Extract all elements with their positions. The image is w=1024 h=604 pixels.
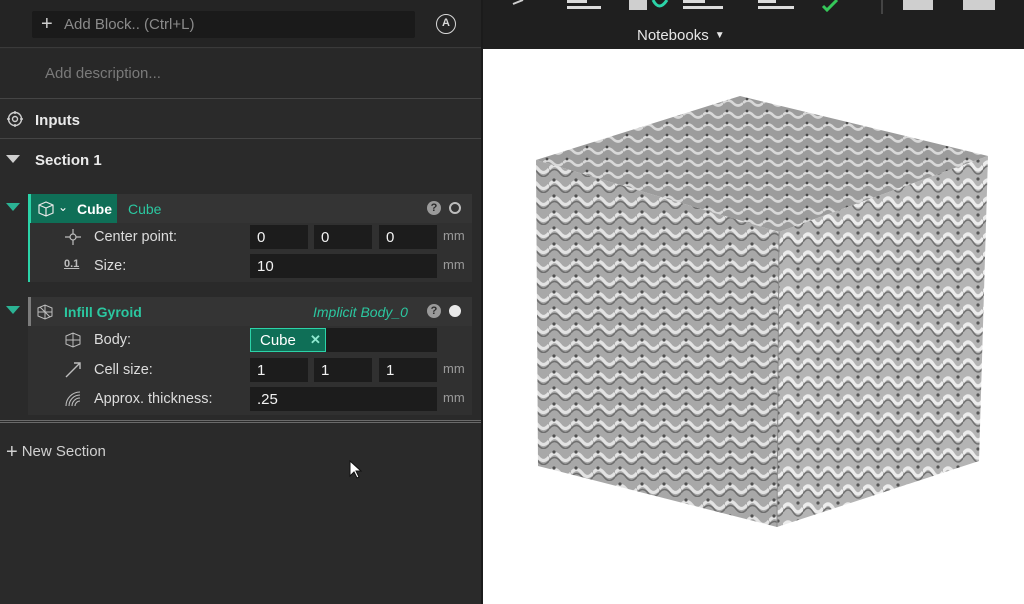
cell-z-field[interactable]: 1 <box>379 358 437 382</box>
center-x-field[interactable]: 0 <box>250 225 308 249</box>
mouse-cursor-icon <box>349 460 363 479</box>
block-type-tag[interactable]: ⌄ Cube <box>28 194 117 223</box>
point-icon <box>65 229 81 245</box>
chevron-down-icon[interactable]: ⌄ <box>58 200 68 214</box>
plus-icon: + <box>41 13 53 35</box>
divider <box>0 420 483 423</box>
cell-y-field[interactable]: 1 <box>314 358 372 382</box>
new-section-button[interactable]: + New Section <box>6 441 106 464</box>
add-block-bar: + Add Block.. (Ctrl+L) A <box>0 0 483 48</box>
section-title: Section 1 <box>35 152 102 169</box>
prop-label: Body: <box>94 332 132 348</box>
close-icon[interactable]: ✕ <box>310 332 321 348</box>
circle-outline-icon[interactable] <box>449 202 461 214</box>
prop-thickness: Approx. thickness: .25 mm <box>28 385 472 414</box>
prop-body: Body: Cube ✕ <box>28 326 472 355</box>
center-y-field[interactable]: 0 <box>314 225 372 249</box>
unit-label: mm <box>443 257 465 272</box>
3d-viewport[interactable] <box>483 49 1024 604</box>
block-type-label: Infill Gyroid <box>64 304 142 320</box>
section-header[interactable]: Section 1 <box>0 140 483 178</box>
prop-label: Approx. thickness: <box>94 391 213 407</box>
diagonal-arrow-icon <box>65 362 81 378</box>
size-field[interactable]: 10 <box>250 254 437 278</box>
description-field[interactable]: Add description... <box>0 49 483 99</box>
description-placeholder: Add description... <box>45 65 161 82</box>
block-name[interactable]: Implicit Body_0 <box>313 304 408 320</box>
lattice-icon <box>37 304 53 320</box>
block-name[interactable]: Cube <box>128 201 161 217</box>
body-chip[interactable]: Cube ✕ <box>250 328 326 352</box>
cube-icon <box>38 201 54 217</box>
block-type-label: Cube <box>77 201 112 217</box>
thickness-icon <box>65 391 81 407</box>
new-section-label: New Section <box>21 443 106 460</box>
prop-cell-size: Cell size: 1 1 1 mm <box>28 356 472 385</box>
unit-label: mm <box>443 228 465 243</box>
notebooks-label: Notebooks <box>637 27 709 44</box>
unit-label: mm <box>443 361 465 376</box>
prop-size: 0.1 Size: 10 mm <box>28 252 472 281</box>
notebook-editor-panel: + Add Block.. (Ctrl+L) A Add description… <box>0 0 483 604</box>
inputs-header[interactable]: Inputs <box>0 100 483 139</box>
plus-icon: + <box>6 441 18 463</box>
gyroid-cube-render <box>536 96 988 528</box>
cube-block: ⌄ Cube Cube ? Center point: 0 0 0 mm 0.1… <box>28 194 472 282</box>
inputs-icon <box>7 111 23 127</box>
caret-down-icon: ▼ <box>714 30 725 41</box>
circle-filled-icon[interactable] <box>449 305 461 317</box>
gyroid-block: Infill Gyroid Implicit Body_0 ? Body: Cu… <box>28 297 472 415</box>
lattice-icon <box>65 332 81 348</box>
center-z-field[interactable]: 0 <box>379 225 437 249</box>
question-icon[interactable]: ? <box>427 304 441 318</box>
decimal-icon: 0.1 <box>64 258 80 270</box>
prop-center-point: Center point: 0 0 0 mm <box>28 223 472 252</box>
top-toolbar: Notebooks ▼ <box>483 0 1024 49</box>
prop-label: Cell size: <box>94 362 153 378</box>
block-collapse-triangle-icon[interactable] <box>6 306 20 314</box>
block-collapse-triangle-icon[interactable] <box>6 203 20 211</box>
block-type-tag[interactable]: Infill Gyroid <box>28 297 142 326</box>
ai-assist-icon[interactable]: A <box>436 14 456 34</box>
unit-label: mm <box>443 390 465 405</box>
notebooks-dropdown[interactable]: Notebooks ▼ <box>637 27 725 44</box>
block-header[interactable]: Infill Gyroid Implicit Body_0 ? <box>28 297 472 326</box>
block-header[interactable]: ⌄ Cube Cube ? <box>28 194 472 223</box>
inputs-label: Inputs <box>35 112 80 129</box>
prop-label: Size: <box>94 258 127 274</box>
chip-label: Cube <box>260 332 296 349</box>
cell-x-field[interactable]: 1 <box>250 358 308 382</box>
toolbar-icons <box>512 0 995 14</box>
thickness-field[interactable]: .25 <box>250 387 437 411</box>
add-block-placeholder: Add Block.. (Ctrl+L) <box>64 16 195 33</box>
question-icon[interactable]: ? <box>427 201 441 215</box>
collapse-triangle-icon[interactable] <box>6 155 20 163</box>
prop-label: Center point: <box>94 229 178 245</box>
add-block-input[interactable]: + Add Block.. (Ctrl+L) <box>32 11 415 38</box>
